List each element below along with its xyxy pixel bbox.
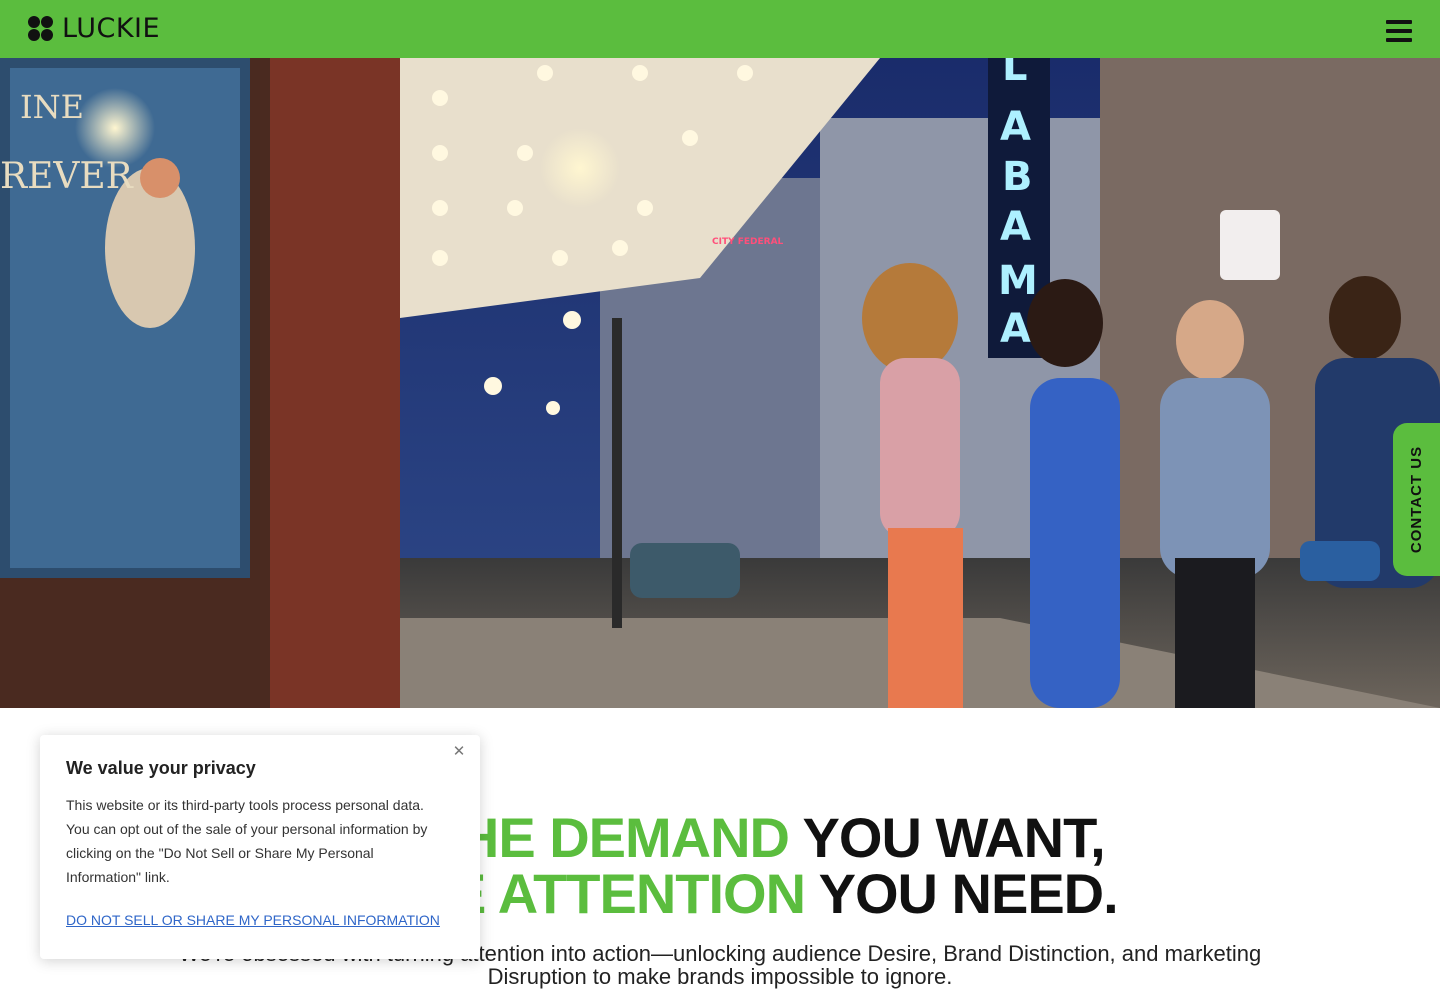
privacy-body: This website or its third-party tools pr… [66, 797, 428, 885]
svg-text:B: B [1002, 154, 1033, 200]
svg-text:A: A [1000, 104, 1031, 150]
privacy-banner: ✕ We value your privacy This website or … [40, 735, 480, 959]
svg-text:M: M [998, 258, 1038, 304]
city-federal-sign: CITY FEDERAL [712, 237, 784, 247]
luckie-logo[interactable]: LUCKIE [28, 14, 160, 44]
site-header: LUCKIE [0, 0, 1440, 58]
alabama-sign-letter: L [1002, 58, 1028, 90]
logo-wordmark: LUCKIE [62, 13, 161, 44]
svg-text:A: A [1000, 204, 1031, 250]
poster-text: INE [20, 88, 84, 126]
close-icon[interactable]: ✕ [450, 743, 468, 761]
clover-logo-icon [28, 16, 54, 42]
do-not-sell-link[interactable]: DO NOT SELL OR SHARE MY PERSONAL INFORMA… [66, 911, 454, 929]
privacy-title: We value your privacy [66, 758, 256, 778]
hero-image: INE REVER L A B A M A CITY FEDERAL [0, 58, 1440, 708]
svg-text:A: A [1000, 306, 1031, 352]
contact-us-label: CONTACT US [1408, 445, 1425, 554]
svg-text:REVER: REVER [0, 156, 134, 197]
night-street-scene: INE REVER L A B A M A CITY FEDERAL [0, 58, 1440, 708]
hamburger-menu-icon[interactable] [1386, 20, 1412, 42]
headline-line-1-black: YOU WANT, [802, 806, 1106, 869]
headline-line-2-black: YOU NEED. [818, 862, 1119, 925]
contact-us-tab[interactable]: CONTACT US [1393, 423, 1440, 576]
